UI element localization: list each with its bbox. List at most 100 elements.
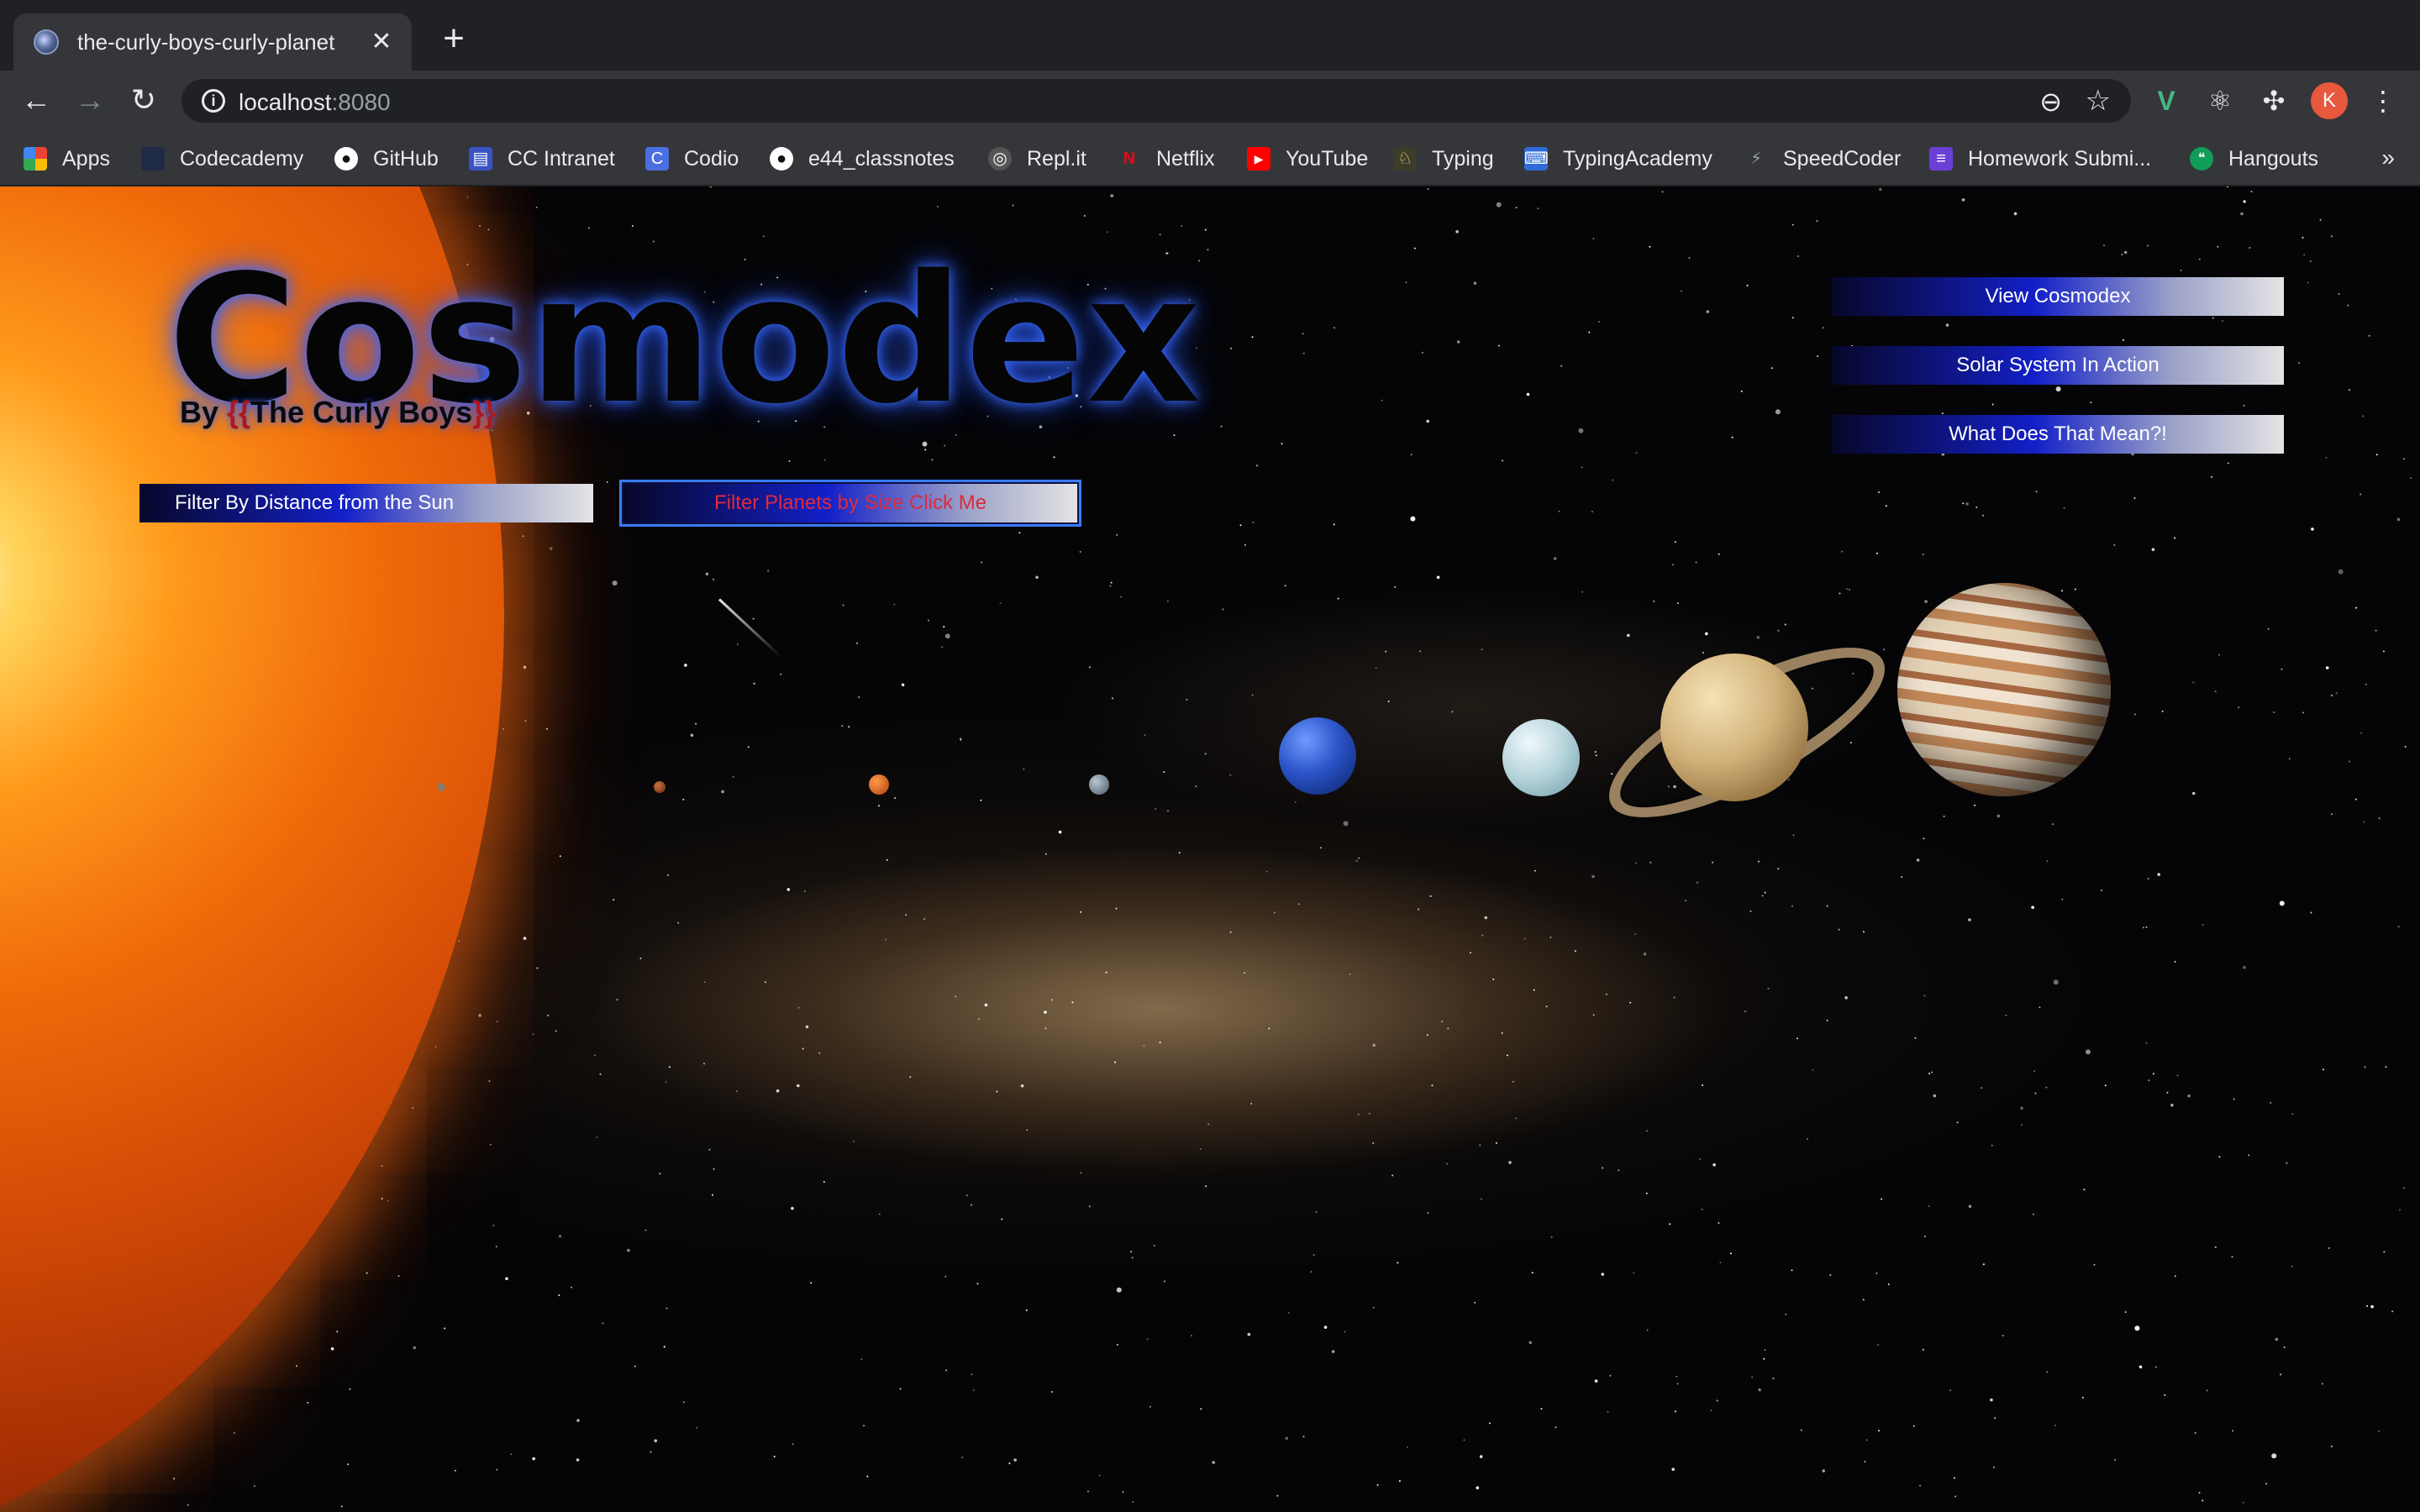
- star: [2174, 1275, 2176, 1278]
- view-cosmodex-button[interactable]: View Cosmodex: [1832, 277, 2284, 316]
- star: [2174, 537, 2176, 539]
- zoom-icon[interactable]: ⊖: [2039, 86, 2062, 118]
- star: [1674, 541, 1676, 543]
- star: [721, 790, 724, 794]
- star: [2331, 235, 2333, 238]
- extensions-puzzle-icon[interactable]: ✣: [2257, 84, 2291, 118]
- star: [1343, 821, 1349, 827]
- star: [732, 775, 734, 778]
- back-arrow-icon[interactable]: ←: [17, 81, 55, 119]
- star: [2123, 250, 2128, 255]
- bookmark-speedcoder[interactable]: ⚡ SpeedCoder: [1744, 144, 1901, 173]
- bookmark-github[interactable]: ● GitHub: [334, 144, 439, 173]
- star: [1498, 344, 1500, 347]
- star: [1706, 310, 1710, 313]
- star: [1229, 774, 1232, 776]
- bookmark-typing[interactable]: ♘ Typing: [1393, 144, 1494, 173]
- star: [559, 855, 561, 858]
- forward-arrow-icon[interactable]: →: [71, 81, 109, 119]
- bookmark-label: e44_classnotes: [808, 146, 955, 171]
- vue-devtools-extension-icon[interactable]: V: [2149, 84, 2183, 118]
- star: [1718, 1221, 1720, 1224]
- bookmark-e44-classnotes[interactable]: ● e44_classnotes: [770, 144, 955, 173]
- star: [2103, 244, 2105, 247]
- star: [1506, 1054, 1508, 1057]
- star: [866, 1475, 869, 1478]
- star: [1549, 937, 1552, 938]
- new-tab-button[interactable]: +: [434, 20, 474, 60]
- star: [1204, 753, 1207, 755]
- filter-by-size-button[interactable]: Filter Planets by Size Click Me: [619, 480, 1081, 527]
- star: [803, 890, 806, 892]
- close-tab-icon[interactable]: ✕: [365, 25, 398, 59]
- star: [2148, 1079, 2150, 1082]
- byline-team-name: The Curly Boys: [250, 395, 473, 429]
- url-text[interactable]: localhost:8080: [239, 89, 391, 116]
- star: [1791, 223, 1794, 226]
- star: [1132, 1501, 1134, 1504]
- solar-system-in-action-button[interactable]: Solar System In Action: [1832, 346, 2284, 385]
- star: [788, 460, 791, 462]
- bookmarks-overflow-icon[interactable]: »: [2381, 144, 2395, 171]
- chrome-menu-icon[interactable]: ⋮: [2366, 84, 2400, 118]
- bookmark-netflix[interactable]: N Netflix: [1118, 144, 1215, 173]
- address-bar[interactable]: i localhost:8080 ⊖ ☆: [182, 79, 2131, 123]
- profile-avatar[interactable]: K: [2311, 82, 2348, 119]
- star: [558, 1294, 560, 1296]
- star: [2214, 690, 2217, 693]
- what-does-that-mean-button[interactable]: What Does That Mean?!: [1832, 415, 2284, 454]
- star: [780, 673, 782, 675]
- star: [1974, 804, 1976, 806]
- site-info-icon[interactable]: i: [202, 89, 225, 113]
- star: [2147, 878, 2149, 880]
- bookmark-codecademy[interactable]: Codecademy: [141, 144, 303, 173]
- react-devtools-extension-icon[interactable]: ⚛: [2203, 84, 2237, 118]
- bookmark-hangouts[interactable]: ❝ Hangouts: [2190, 144, 2318, 173]
- bookmark-codio[interactable]: C Codio: [645, 144, 739, 173]
- star: [860, 1358, 863, 1361]
- star: [1671, 1467, 1675, 1471]
- star: [1922, 554, 1924, 556]
- star: [767, 570, 770, 572]
- star: [1612, 479, 1614, 481]
- bookmark-cc-intranet[interactable]: ▤ CC Intranet: [469, 144, 615, 173]
- star: [2265, 1483, 2267, 1485]
- bookmark-label: Repl.it: [1027, 146, 1086, 171]
- bookmark-star-icon[interactable]: ☆: [2086, 84, 2111, 118]
- star: [944, 444, 946, 447]
- planet-mercury: [654, 781, 666, 793]
- bookmark-typingacademy[interactable]: ⌨ TypingAcademy: [1524, 144, 1712, 173]
- star: [878, 1213, 881, 1215]
- speedcoder-icon: ⚡: [1749, 150, 1763, 168]
- star: [971, 1373, 973, 1376]
- star: [1044, 1011, 1047, 1014]
- star: [1784, 623, 1786, 626]
- star: [1634, 933, 1636, 936]
- star: [1876, 552, 1878, 554]
- star: [1751, 1376, 1754, 1378]
- star: [1581, 466, 1583, 469]
- star: [2330, 1445, 2333, 1447]
- star: [2243, 965, 2246, 969]
- reload-icon[interactable]: ↻: [124, 81, 163, 119]
- bookmark-apps[interactable]: Apps: [24, 144, 110, 173]
- star: [1775, 409, 1781, 415]
- browser-tab-active[interactable]: the-curly-boys-curly-planet ✕: [13, 13, 412, 71]
- star: [2249, 247, 2251, 249]
- star: [1375, 667, 1377, 669]
- bookmark-homework[interactable]: ≡ Homework Submi...: [1929, 144, 2151, 173]
- star: [1864, 1461, 1866, 1463]
- star: [1676, 602, 1679, 605]
- star: [545, 727, 548, 730]
- star: [522, 535, 524, 538]
- filter-by-distance-button[interactable]: Filter By Distance from the Sun: [139, 484, 593, 522]
- star: [1716, 1399, 1718, 1402]
- star: [944, 633, 950, 639]
- bookmark-replit[interactable]: ◎ Repl.it: [988, 144, 1086, 173]
- star: [555, 1030, 557, 1032]
- star: [1470, 952, 1471, 954]
- star: [2145, 926, 2148, 928]
- bookmark-youtube[interactable]: ▶ YouTube: [1247, 144, 1368, 173]
- star: [1441, 1021, 1444, 1023]
- star: [1594, 1379, 1598, 1383]
